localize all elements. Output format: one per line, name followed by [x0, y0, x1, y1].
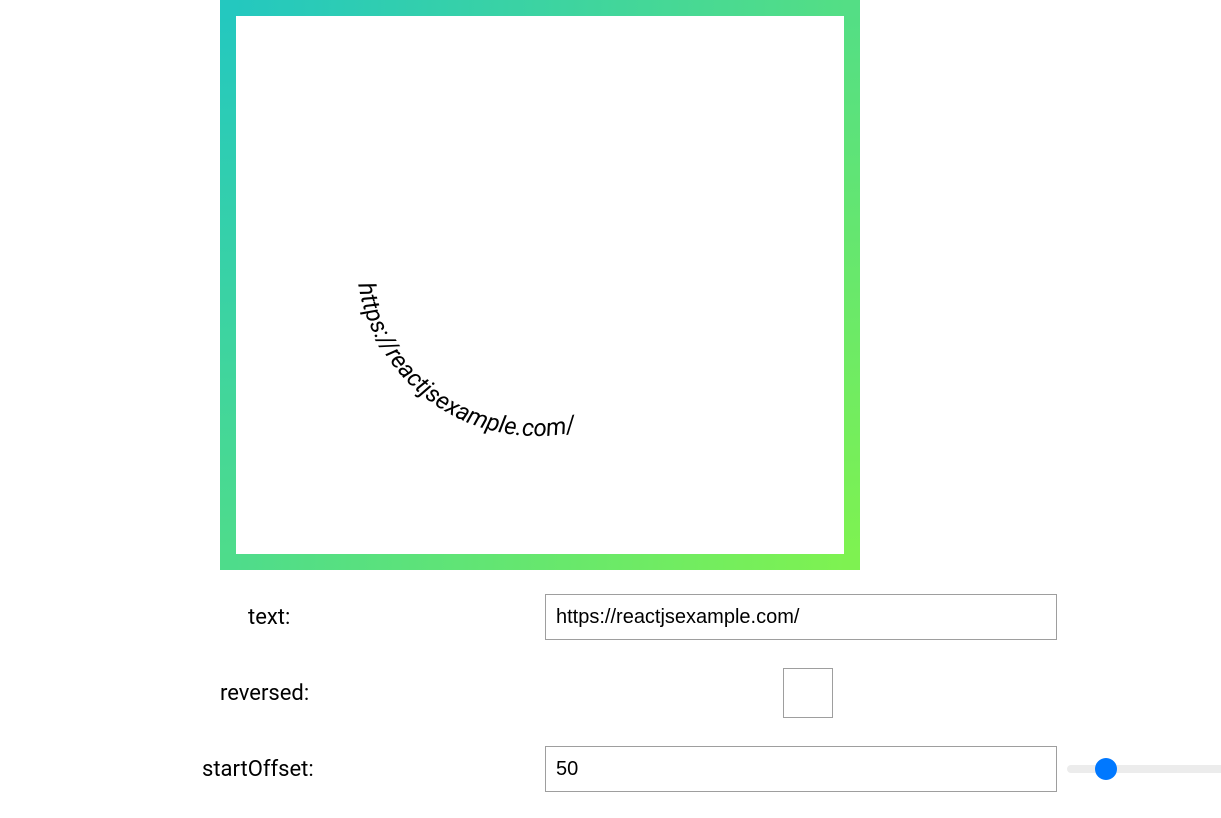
- text-label: text:: [220, 605, 545, 630]
- curve-svg: https://reactjsexample.com/: [236, 16, 844, 554]
- startoffset-input[interactable]: [545, 746, 1057, 792]
- curved-text: https://reactjsexample.com/: [352, 280, 579, 442]
- reversed-label: reversed:: [220, 681, 545, 706]
- startoffset-slider[interactable]: [1067, 765, 1221, 773]
- text-input[interactable]: [545, 594, 1057, 640]
- preview-box: https://reactjsexample.com/: [220, 0, 860, 570]
- startoffset-label: startOffset:: [202, 757, 545, 782]
- reversed-checkbox[interactable]: [783, 668, 833, 718]
